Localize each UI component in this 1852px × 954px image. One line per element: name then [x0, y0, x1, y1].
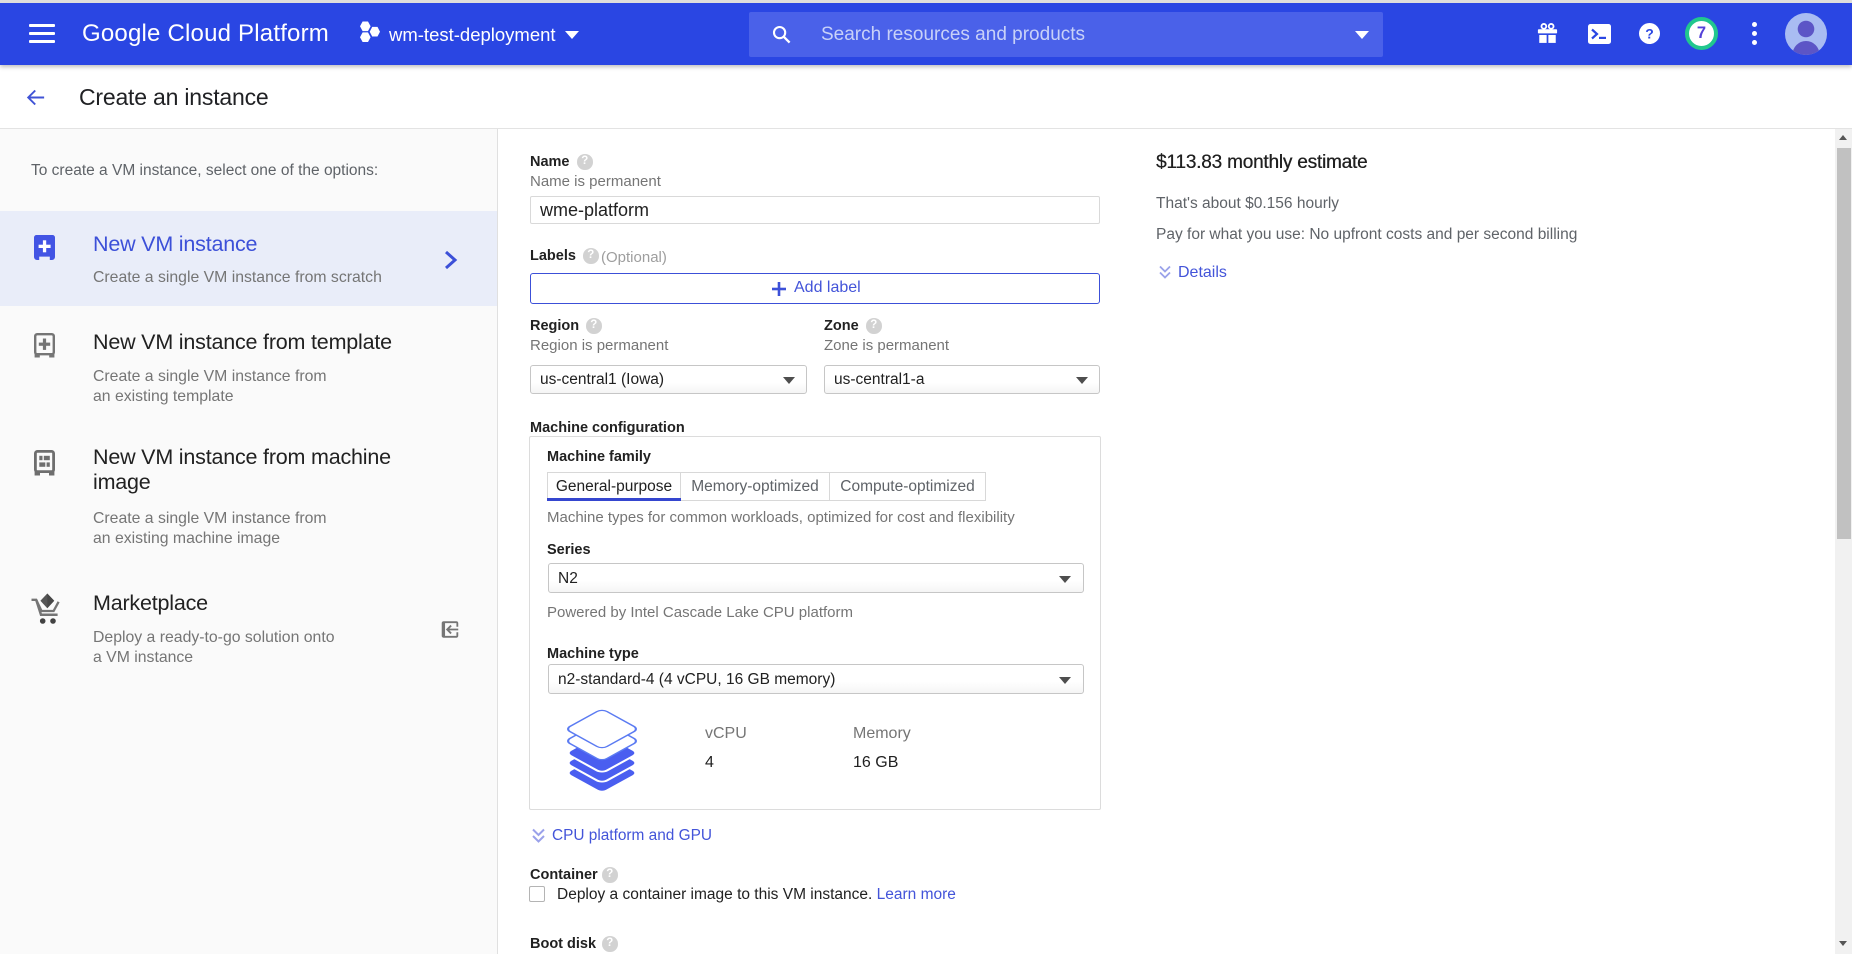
svg-text:?: ? [1645, 26, 1654, 42]
